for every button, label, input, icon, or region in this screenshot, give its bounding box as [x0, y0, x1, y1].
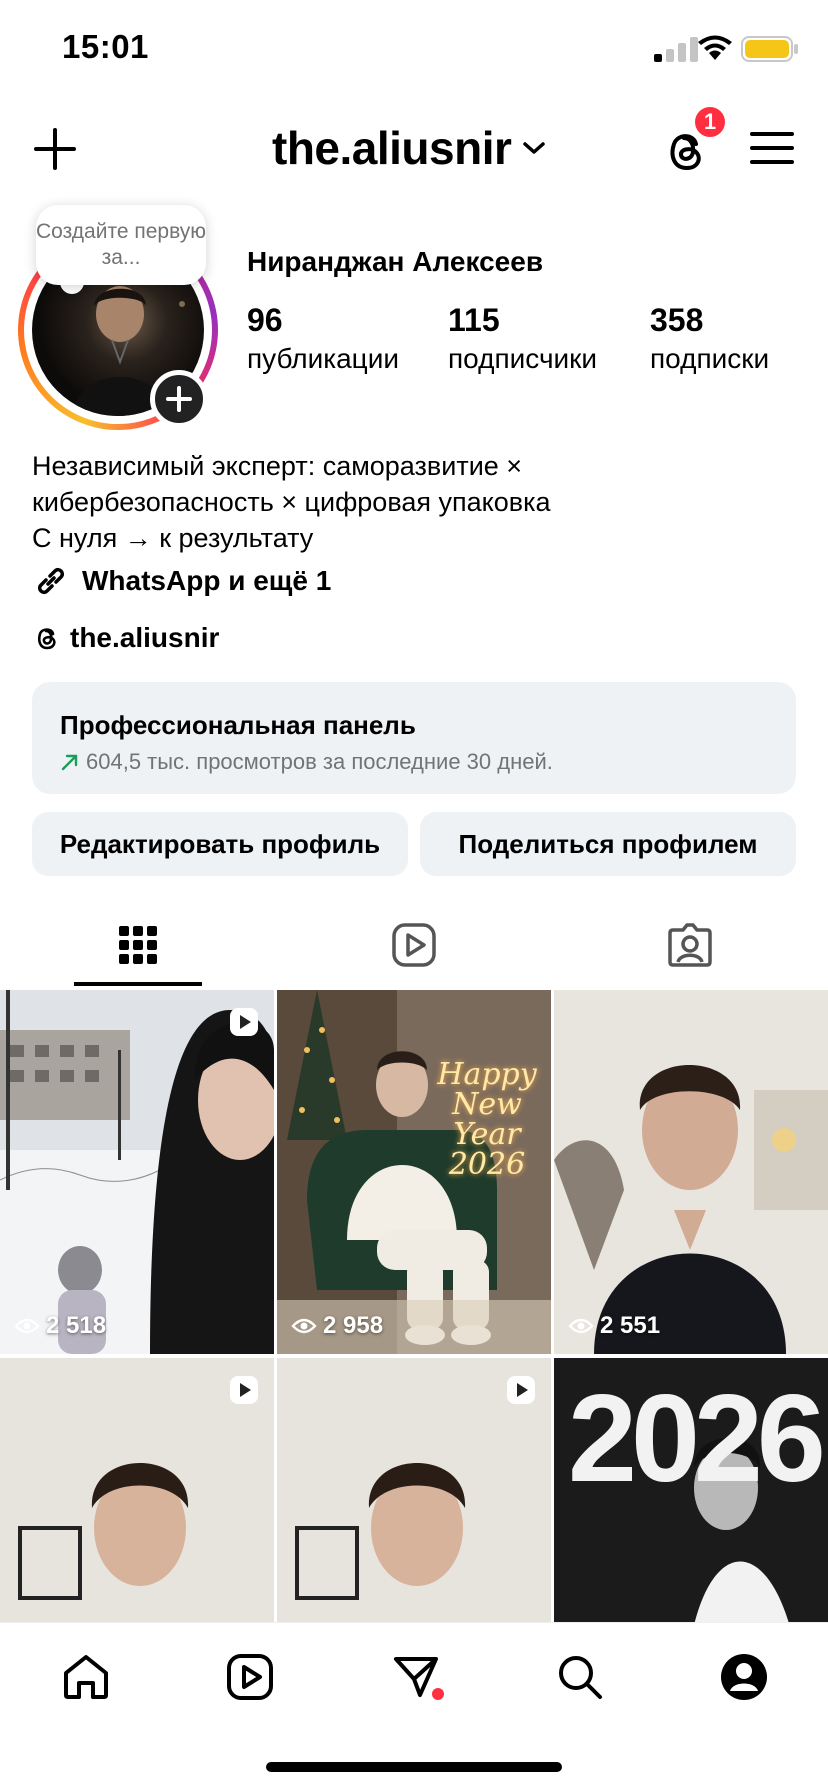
plus-icon — [166, 386, 192, 412]
home-icon[interactable] — [60, 1651, 112, 1703]
post-tile[interactable]: 2 518 — [0, 990, 274, 1354]
create-note-tooltip[interactable]: Создайте первую за... — [36, 205, 206, 285]
eye-icon — [291, 1318, 317, 1334]
stat-following[interactable]: 358 подписки — [650, 302, 769, 375]
view-count: 2 551 — [568, 1312, 660, 1340]
big-2026-text: 2026 — [568, 1370, 826, 1508]
active-tab-indicator — [74, 982, 202, 986]
view-count-value: 2 958 — [323, 1312, 384, 1339]
profile-tabs — [0, 908, 828, 988]
view-count: 2 518 — [14, 1312, 106, 1340]
stat-following-label: подписки — [650, 343, 770, 374]
bio-line: Независимый эксперт: саморазвитие × — [32, 451, 523, 481]
reels-icon[interactable] — [224, 1651, 276, 1703]
eye-icon — [568, 1318, 594, 1334]
threads-profile-link[interactable]: the.aliusnir — [32, 622, 219, 654]
chevron-down-icon — [523, 142, 546, 154]
dashboard-subtitle-row: 604,5 тыс. просмотров за последние 30 дн… — [60, 749, 768, 775]
bio-line: кибербезопасность × цифровая упаковка — [32, 487, 551, 517]
reel-badge-icon — [230, 1376, 258, 1404]
posts-grid: 2 518 Happy New Year 2026 2 958 2 551 20… — [0, 990, 828, 1722]
view-count: 2 958 — [291, 1312, 383, 1340]
view-count-value: 2 518 — [46, 1312, 107, 1339]
notification-badge: 1 — [692, 104, 728, 140]
battery-icon — [741, 36, 798, 62]
username-title: the.aliusnir — [272, 122, 512, 174]
threads-icon — [37, 628, 56, 650]
profile-icon[interactable] — [718, 1651, 770, 1703]
threads-handle: the.aliusnir — [70, 622, 220, 653]
dashboard-subtitle: 604,5 тыс. просмотров за последние 30 дн… — [86, 749, 553, 774]
view-count-value: 2 551 — [600, 1312, 661, 1339]
account-switcher[interactable]: the.aliusnir — [272, 120, 547, 176]
bio: Независимый эксперт: саморазвитие × кибе… — [32, 448, 792, 556]
status-time: 15:01 — [62, 28, 149, 65]
post-tile[interactable]: Happy New Year 2026 2 958 — [277, 990, 551, 1354]
link-icon — [37, 567, 65, 595]
tab-reels[interactable] — [389, 920, 439, 970]
dashboard-title: Профессиональная панель — [60, 710, 416, 740]
stat-followers-label: подписчики — [448, 343, 598, 374]
trend-up-icon — [61, 754, 78, 771]
links-row[interactable]: WhatsApp и ещё 1 — [32, 562, 331, 600]
stat-posts-count: 96 — [247, 302, 283, 338]
new-year-neon-text: Happy New Year 2026 — [437, 1057, 537, 1182]
stat-posts[interactable]: 96 публикации — [247, 302, 399, 375]
reel-badge-icon — [230, 1008, 258, 1036]
reel-badge-icon — [507, 1376, 535, 1404]
full-name: Ниранджан Алексеев — [247, 246, 544, 277]
professional-dashboard[interactable]: Профессиональная панель 604,5 тыс. просм… — [32, 682, 796, 794]
stat-following-count: 358 — [650, 302, 704, 338]
post-thumbnail — [0, 990, 274, 1354]
home-indicator — [266, 1762, 562, 1772]
search-icon[interactable] — [554, 1651, 606, 1703]
stat-followers[interactable]: 115 подписчики — [448, 302, 597, 375]
tab-grid[interactable] — [113, 920, 163, 970]
add-story-button[interactable] — [150, 370, 208, 428]
share-profile-button[interactable]: Поделиться профилем — [420, 812, 796, 876]
menu-icon[interactable] — [748, 128, 796, 168]
bio-line: С нуля → к результату — [32, 523, 314, 553]
eye-icon — [14, 1318, 40, 1334]
stat-followers-count: 115 — [448, 302, 500, 338]
stat-posts-label: публикации — [247, 343, 399, 374]
tab-tagged[interactable] — [665, 920, 715, 970]
edit-profile-button[interactable]: Редактировать профиль — [32, 812, 408, 876]
post-tile[interactable]: 2 551 — [554, 990, 828, 1354]
messages-unread-dot — [432, 1688, 444, 1700]
wifi-icon — [698, 35, 732, 60]
status-bar: 15:01 — [0, 0, 828, 96]
create-plus-icon[interactable] — [30, 124, 80, 174]
links-label: WhatsApp и ещё 1 — [82, 565, 332, 596]
post-thumbnail — [554, 990, 828, 1354]
